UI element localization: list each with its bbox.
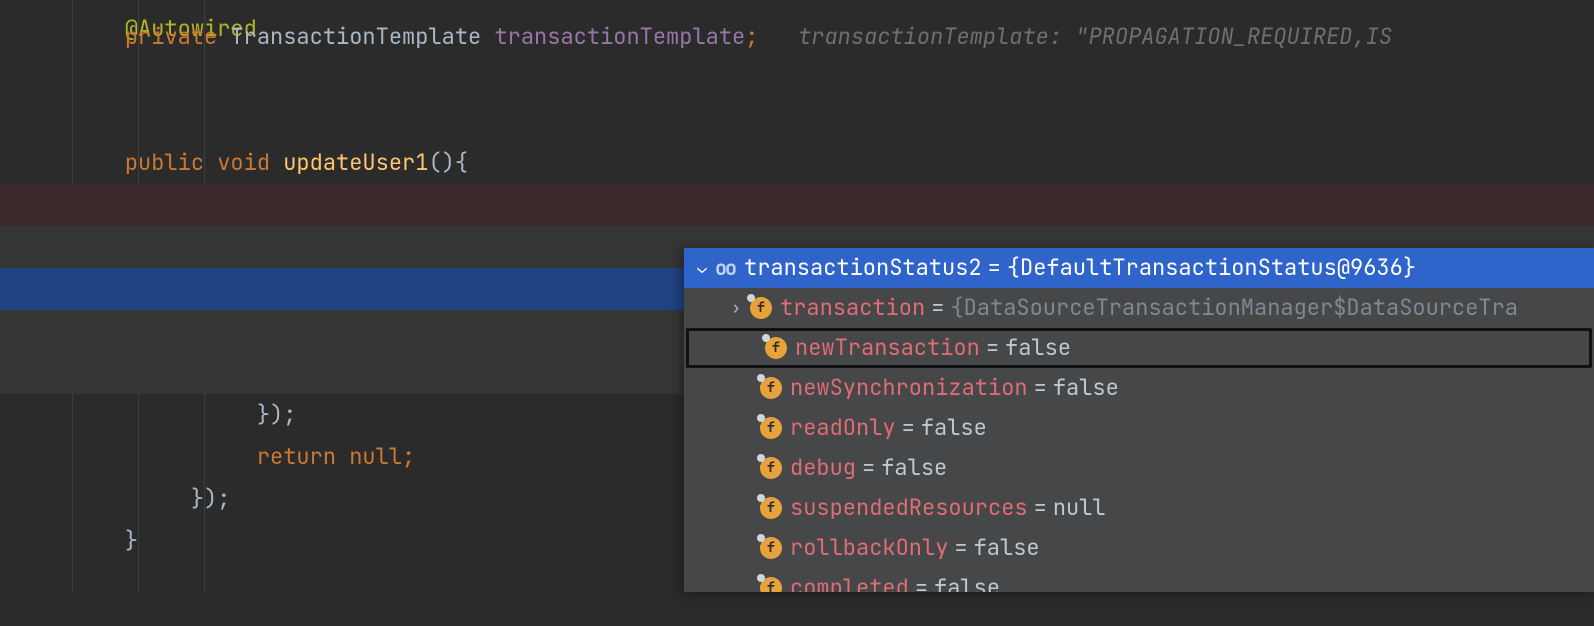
debug-row[interactable]: f newSynchronization = false bbox=[684, 368, 1594, 408]
code-line[interactable]: public void updateUser1(){ bbox=[0, 100, 1594, 142]
var-name: completed bbox=[790, 568, 909, 592]
debug-row[interactable]: f readOnly = false bbox=[684, 408, 1594, 448]
var-name: suspendedResources bbox=[790, 488, 1028, 528]
field-icon: f bbox=[760, 417, 782, 439]
var-name: debug bbox=[790, 448, 856, 488]
code-line[interactable]: transactionTemplate.execute(transactionS… bbox=[0, 142, 1594, 184]
eq: = bbox=[954, 528, 967, 568]
var-name: newTransaction bbox=[795, 328, 980, 368]
var-value: false bbox=[974, 528, 1040, 568]
var-value: {DefaultTransactionStatus@9636} bbox=[1007, 248, 1416, 288]
debug-row-header[interactable]: ⌄ oo transactionStatus2 = {DefaultTransa… bbox=[684, 248, 1594, 288]
var-name: transaction bbox=[780, 288, 925, 328]
field-icon: f bbox=[760, 537, 782, 559]
chevron-down-icon[interactable]: ⌄ bbox=[692, 248, 712, 288]
field-icon: f bbox=[760, 457, 782, 479]
close-brace: } bbox=[125, 526, 138, 555]
code-line[interactable]: private TransactionTemplate transactionT… bbox=[0, 0, 1594, 16]
code-editor[interactable]: @Autowired private TransactionTemplate t… bbox=[0, 0, 1594, 592]
eq: = bbox=[988, 248, 1001, 288]
var-value: false bbox=[934, 568, 1000, 592]
eq: = bbox=[1034, 368, 1047, 408]
field-icon: f bbox=[760, 377, 782, 399]
var-name: readOnly bbox=[790, 408, 896, 448]
eq: = bbox=[986, 328, 999, 368]
code-line-breakpoint[interactable]: userInfoDAO.updateUserName( id: transact… bbox=[0, 184, 1594, 226]
var-value: false bbox=[1053, 368, 1119, 408]
var-value: false bbox=[1005, 328, 1071, 368]
code-line-blank[interactable] bbox=[0, 58, 1594, 100]
var-value: {DataSourceTransactionManager$DataSource… bbox=[950, 288, 1518, 328]
chevron-right-icon[interactable]: › bbox=[726, 288, 746, 328]
eq: = bbox=[931, 288, 944, 328]
debug-row[interactable]: f suspendedResources = null bbox=[684, 488, 1594, 528]
eq: = bbox=[1034, 488, 1047, 528]
debug-variable-popup[interactable]: ⌄ oo transactionStatus2 = {DefaultTransa… bbox=[684, 248, 1594, 592]
var-name: newSynchronization bbox=[790, 368, 1028, 408]
var-value: false bbox=[881, 448, 947, 488]
field-icon: f bbox=[750, 297, 772, 319]
watch-icon: oo bbox=[714, 257, 736, 279]
eq: = bbox=[915, 568, 928, 592]
field-icon: f bbox=[760, 497, 782, 519]
eq: = bbox=[862, 448, 875, 488]
var-value: false bbox=[921, 408, 987, 448]
debug-row[interactable]: f completed = false bbox=[684, 568, 1594, 592]
debug-row[interactable]: › f transaction = {DataSourceTransaction… bbox=[684, 288, 1594, 328]
var-value: null bbox=[1053, 488, 1106, 528]
debug-row-highlighted[interactable]: f newTransaction = false bbox=[686, 328, 1592, 368]
debug-row[interactable]: f rollbackOnly = false bbox=[684, 528, 1594, 568]
code-line-blank[interactable] bbox=[0, 16, 1594, 58]
field-icon: f bbox=[760, 577, 782, 592]
debug-row[interactable]: f debug = false bbox=[684, 448, 1594, 488]
var-name: transactionStatus2 bbox=[744, 248, 982, 288]
field-icon: f bbox=[765, 337, 787, 359]
var-name: rollbackOnly bbox=[790, 528, 948, 568]
eq: = bbox=[902, 408, 915, 448]
